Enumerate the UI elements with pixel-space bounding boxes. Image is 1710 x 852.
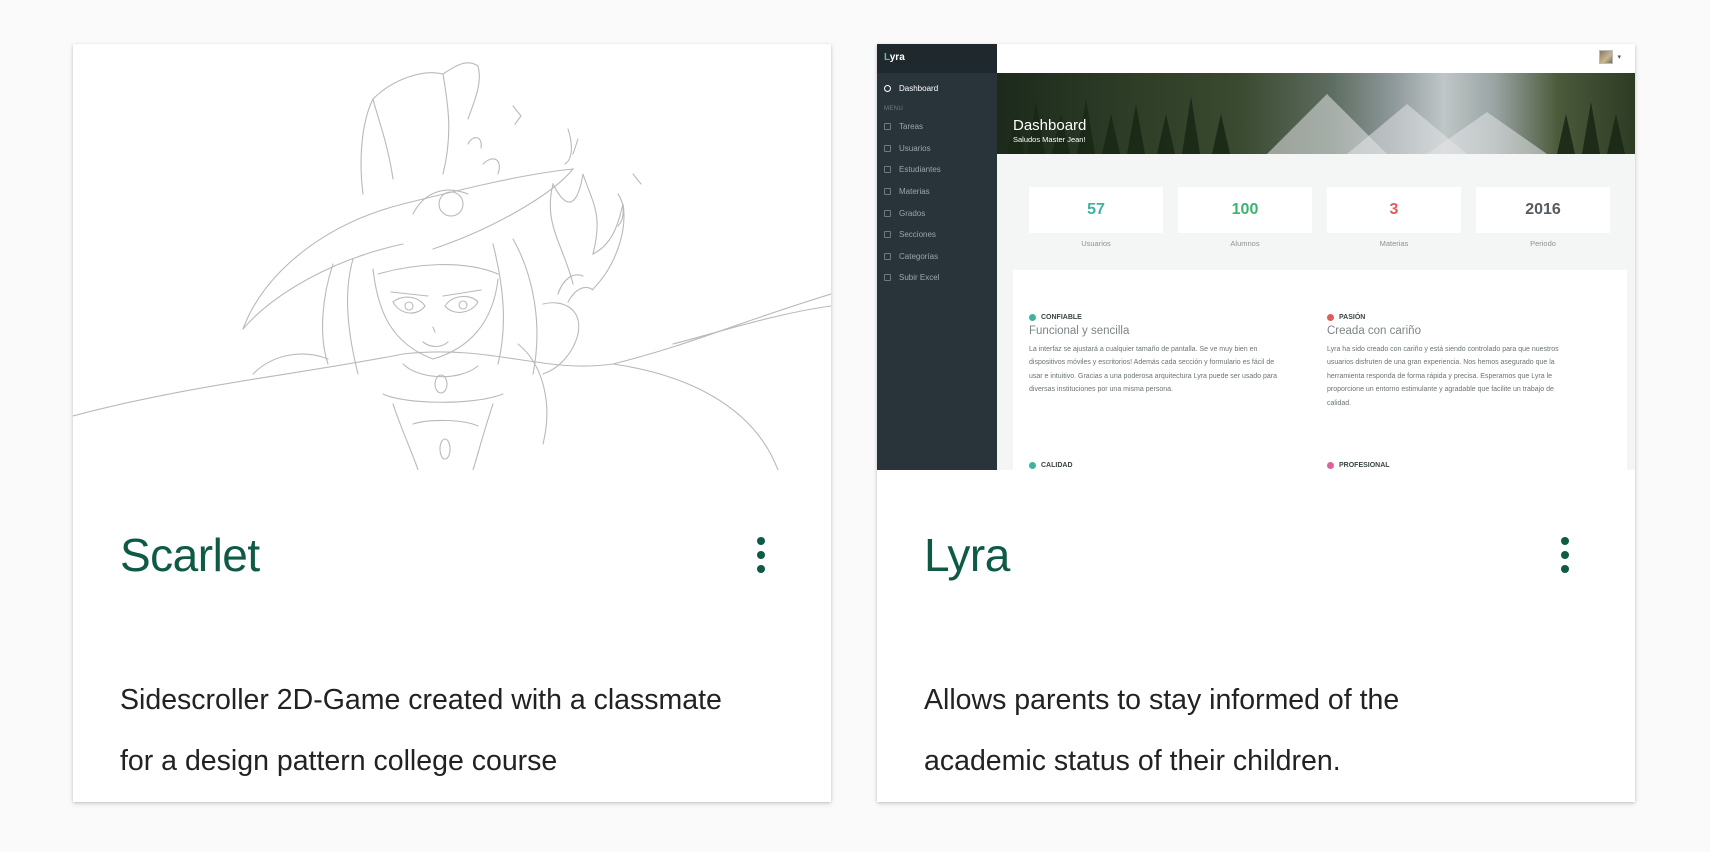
lyra-nav-item: Materias [877,181,997,203]
lyra-nav-label: Categorías [899,251,939,261]
lyra-nav-label: Usuarios [899,143,931,153]
lyra-nav-item: Grados [877,202,997,224]
lyra-feature: PROFESIONAL [1327,462,1612,469]
gear-icon [1029,314,1036,321]
book-icon [884,188,891,196]
lyra-feature-text: calidad. [1327,399,1352,407]
lyra-feature: PASIÓN Creada con cariño Lyra ha sido cr… [1327,314,1612,410]
lyra-feature-subtitle: Creada con cariño [1327,325,1421,337]
lyra-banner: Dashboard Saludos Master Jean! [997,73,1635,154]
lyra-stat-card: 2016 Periodo [1476,187,1610,253]
lyra-feature-heading: PASIÓN [1339,314,1366,321]
lyra-feature-text: La interfaz se ajustará a cualquier tama… [1029,346,1258,353]
lyra-stat-card: 100 Alumnos [1178,187,1312,253]
lyra-nav-item: Tareas [877,116,997,138]
lyra-nav-dashboard: Dashboard [877,76,997,100]
lyra-brand: Lyra [877,44,997,73]
lyra-stat-label: Materias [1379,239,1409,248]
lyra-dashboard-image: Lyra Dashboard MENU Tareas Usuarios Estu… [877,44,1635,470]
lyra-stat-label: Alumnos [1230,239,1260,248]
lyra-stat-value: 2016 [1476,187,1610,233]
grades-icon [884,209,891,217]
more-vert-icon[interactable] [1555,535,1575,575]
lyra-nav-item: Subir Excel [877,267,997,289]
project-card-scarlet[interactable]: Scarlet Sidescroller 2D-Game created wit… [73,44,831,802]
lyra-stat-label: Periodo [1530,239,1556,248]
lyra-feature-heading: CONFIABLE [1041,314,1082,321]
check-icon [1029,462,1036,469]
lyra-stat-value: 57 [1029,187,1163,233]
dashboard-icon [884,84,891,92]
lyra-stat-value: 3 [1327,187,1461,233]
lyra-nav-item: Categorías [877,246,997,268]
lyra-stat-value: 100 [1178,187,1312,233]
card-description: Sidescroller 2D-Game created with a clas… [120,670,790,792]
lyra-feature-text: proporcione un entorno estimulante y agr… [1327,386,1554,394]
lyra-features-panel: CONFIABLE Funcional y sencilla La interf… [1013,270,1627,470]
edit-icon [884,123,891,131]
lyra-feature-text: usuarios disfruten de una gran experienc… [1327,359,1555,367]
project-card-lyra[interactable]: Lyra Dashboard MENU Tareas Usuarios Estu… [877,44,1635,802]
card-title: Scarlet [120,529,260,581]
lyra-sidebar: Lyra Dashboard MENU Tareas Usuarios Estu… [877,44,997,470]
briefcase-icon [1327,462,1334,469]
students-icon [884,166,891,174]
lyra-nav-item: Usuarios [877,138,997,160]
lyra-nav-label: Tareas [899,122,924,132]
page: Scarlet Sidescroller 2D-Game created wit… [0,0,1710,852]
lyra-nav-label: Estudiantes [899,165,941,175]
lyra-feature-text: herramienta responda de forma rápida y p… [1327,372,1553,380]
card-description-line: academic status of their children. [924,745,1341,777]
lyra-nav-label: Secciones [899,230,936,240]
card-description: Allows parents to stay informed of the a… [924,670,1594,792]
lyra-feature-text: Lyra ha sido creado con cariño y está si… [1327,346,1559,353]
categories-icon [884,252,891,260]
lyra-feature-text: dispositivos móviles y escritorios! Adem… [1029,359,1275,367]
lyra-topbar: ▾ [997,44,1635,73]
lyra-nav-label: Materias [899,187,930,197]
sections-icon [884,231,891,239]
avatar [1599,50,1613,64]
lyra-nav-item: Secciones [877,224,997,246]
lyra-nav-label: Grados [899,208,926,218]
lyra-feature-heading: PROFESIONAL [1339,462,1390,469]
lyra-feature: CONFIABLE Funcional y sencilla La interf… [1029,314,1314,397]
users-icon [884,144,891,152]
lyra-stat-card: 57 Usuarios [1029,187,1163,253]
more-vert-icon[interactable] [751,535,771,575]
card-description-line: for a design pattern college course [120,745,558,777]
upload-icon [884,274,891,282]
lyra-nav-label: Subir Excel [899,273,940,283]
card-description-line: Allows parents to stay informed of the [924,684,1400,716]
lyra-banner-title: Dashboard [1013,117,1087,134]
lyra-menu-heading: MENU [884,106,904,112]
lyra-feature: CALIDAD [1029,462,1314,469]
lyra-feature-heading: CALIDAD [1041,462,1073,469]
lyra-feature-subtitle: Funcional y sencilla [1029,325,1130,337]
lyra-nav-item: Estudiantes [877,159,997,181]
lyra-nav-label: Dashboard [899,83,939,93]
lyra-stat-card: 3 Materias [1327,187,1461,253]
heart-icon [1327,314,1334,321]
lyra-banner-subtitle: Saludos Master Jean! [1013,135,1086,144]
card-title: Lyra [924,529,1010,581]
lyra-feature-text: usar e intuitivo. Gracias a una poderosa… [1029,372,1278,380]
scarlet-sketch-image [73,44,831,470]
caret-down-icon: ▾ [1617,54,1621,61]
card-description-line: Sidescroller 2D-Game created with a clas… [120,684,722,716]
lyra-brand-rest: yra [889,52,905,63]
lyra-stat-label: Usuarios [1081,239,1111,248]
lyra-feature-text: diversas instituciones por una misma per… [1029,386,1173,394]
